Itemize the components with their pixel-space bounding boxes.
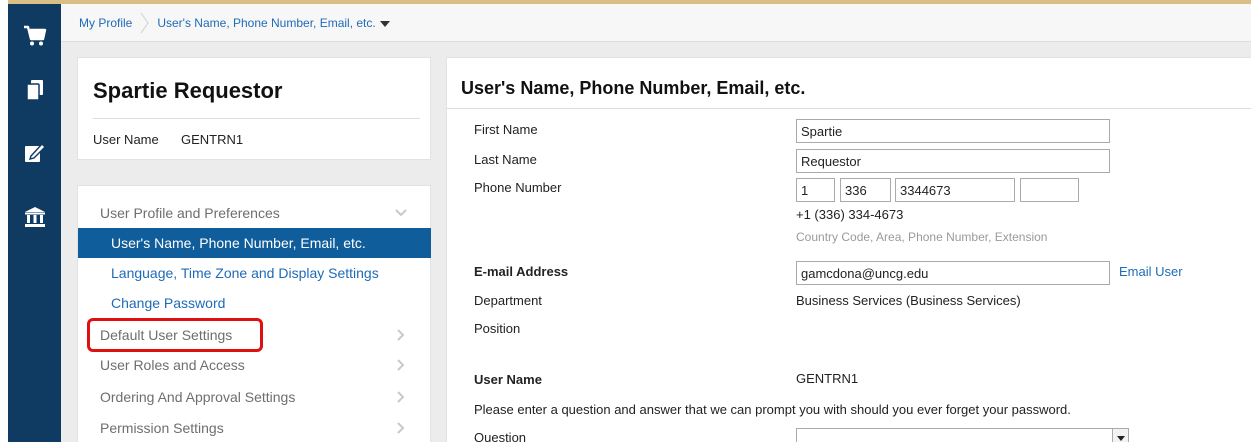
position-label: Position [474,321,521,336]
menu-section-label: Permission Settings [100,420,224,436]
left-edge-strip [0,0,8,442]
email-field[interactable] [796,261,1110,285]
menu-item-users-name[interactable]: User's Name, Phone Number, Email, etc. [78,228,431,258]
chevron-down-icon[interactable] [379,21,390,27]
phone-hint: Country Code, Area, Phone Number, Extens… [796,230,1048,244]
menu-item-change-password[interactable]: Change Password [78,288,431,318]
menu-item-label: Change Password [111,295,226,311]
breadcrumb-my-profile[interactable]: My Profile [79,16,132,30]
chevron-right-icon [395,422,407,434]
menu-item-language-settings[interactable]: Language, Time Zone and Display Settings [78,258,431,288]
email-label: E-mail Address [474,264,569,279]
menu-section-label: User Roles and Access [100,357,245,373]
menu-item-label: User's Name, Phone Number, Email, etc. [111,235,366,251]
phone-number-label: Phone Number [474,180,562,195]
question-label: Question [474,430,527,442]
menu-section-ordering-approval[interactable]: Ordering And Approval Settings [78,382,431,412]
first-name-label: First Name [474,122,538,137]
highlight-box [87,318,263,352]
user-name-label: User Name [474,372,542,387]
shopping-cart-icon[interactable] [8,16,61,56]
breadcrumb-bar: My Profile User's Name, Phone Number, Em… [61,4,1251,42]
menu-section-user-profile[interactable]: User Profile and Preferences [78,198,431,228]
page-title: User's Name, Phone Number, Email, etc. [461,78,806,98]
profile-user-name-value: GENTRN1 [181,132,244,147]
phone-country-code-field[interactable] [796,178,835,202]
profile-user-name-label: User Name [93,132,159,147]
profile-card: Spartie Requestor User Name GENTRN1 [77,57,431,160]
email-user-link[interactable]: Email User [1119,264,1183,279]
phone-extension-field[interactable] [1020,178,1079,202]
user-name-value: GENTRN1 [796,371,859,386]
department-label: Department [474,293,542,308]
breadcrumb: My Profile User's Name, Phone Number, Em… [79,4,390,42]
phone-area-code-field[interactable] [840,178,891,202]
first-name-field[interactable] [796,119,1110,143]
profile-name: Spartie Requestor [93,78,283,103]
question-select[interactable] [796,428,1129,442]
chevron-right-icon [395,359,407,371]
title-divider [447,108,1251,109]
department-value: Business Services (Business Services) [796,293,1021,308]
icon-nav-rail [8,4,61,442]
menu-section-permission-settings[interactable]: Permission Settings [78,413,431,442]
breadcrumb-current[interactable]: User's Name, Phone Number, Email, etc. [157,16,375,30]
security-question-prompt: Please enter a question and answer that … [474,402,1071,417]
menu-section-label: Ordering And Approval Settings [100,389,296,405]
profile-menu: User Profile and Preferences User's Name… [77,185,431,442]
breadcrumb-separator-icon [140,12,149,34]
profile-divider [93,118,420,119]
chevron-right-icon [395,329,407,341]
edit-form-icon[interactable] [8,132,61,172]
menu-section-user-roles[interactable]: User Roles and Access [78,350,431,380]
chevron-down-icon [395,207,407,219]
bank-icon[interactable] [8,197,61,237]
last-name-field[interactable] [796,149,1110,173]
phone-formatted: +1 (336) 334-4673 [796,207,904,222]
documents-icon[interactable] [8,70,61,110]
last-name-label: Last Name [474,152,537,167]
chevron-right-icon [395,391,407,403]
phone-number-field[interactable] [895,178,1015,202]
menu-section-label: User Profile and Preferences [100,205,280,221]
main-panel: User's Name, Phone Number, Email, etc. F… [446,57,1251,442]
menu-item-label: Language, Time Zone and Display Settings [111,265,379,281]
dropdown-arrow-icon[interactable] [1112,429,1128,442]
